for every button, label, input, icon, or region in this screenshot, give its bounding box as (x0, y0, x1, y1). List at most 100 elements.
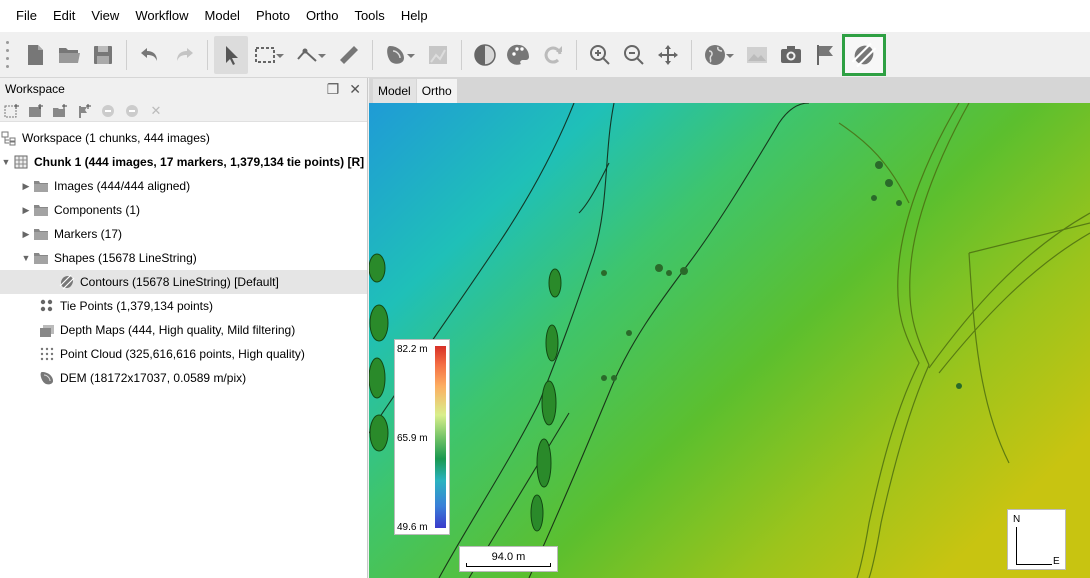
workspace-title: Workspace (5, 82, 65, 96)
compass-east: E (1053, 556, 1060, 567)
image-icon[interactable] (740, 36, 774, 74)
legend-min: 49.6 m (397, 522, 428, 533)
folder-icon (32, 226, 50, 242)
menu-file[interactable]: File (8, 0, 45, 32)
redo-icon[interactable] (167, 36, 201, 74)
main-toolbar (0, 32, 1090, 78)
chunk-icon (12, 154, 30, 170)
tree-item-tie-points[interactable]: Tie Points (1,379,134 points) (0, 294, 367, 318)
save-icon[interactable] (86, 36, 120, 74)
tree-item-workspace[interactable]: Workspace (1 chunks, 444 images) (0, 126, 367, 150)
tree-item-contours[interactable]: Contours (15678 LineString) [Default] (0, 270, 367, 294)
workspace-tree: Workspace (1 chunks, 444 images) ▼ Chunk… (0, 126, 367, 390)
dem-shape-icon[interactable] (379, 36, 415, 74)
folder-icon (32, 202, 50, 218)
tree-item-shapes[interactable]: ▼ Shapes (15678 LineString) (0, 246, 367, 270)
folder-icon (32, 250, 50, 266)
tree-item-label: Tie Points (1,379,134 points) (60, 299, 213, 313)
expand-arrow-icon[interactable]: ▶ (20, 229, 32, 240)
close-pane-icon[interactable]: ✕ (349, 81, 361, 98)
compass-north: N (1013, 514, 1021, 525)
undo-icon[interactable] (133, 36, 167, 74)
folder-icon (32, 178, 50, 194)
menu-workflow[interactable]: Workflow (127, 0, 196, 32)
view-tabs: Model Ortho (369, 78, 1090, 103)
menu-photo[interactable]: Photo (248, 0, 298, 32)
restore-pane-icon[interactable]: ❐ (327, 81, 340, 98)
tree-item-images[interactable]: ▶ Images (444/444 aligned) (0, 174, 367, 198)
compass: N E (1007, 509, 1066, 570)
workspace-toolbar: ✕ (0, 100, 367, 122)
ortho-icon[interactable] (421, 36, 455, 74)
legend-color-bar (435, 346, 446, 528)
tab-model[interactable]: Model (373, 79, 416, 103)
enable-icon[interactable] (99, 102, 117, 120)
elevation-legend: 82.2 m 65.9 m 49.6 m (394, 339, 450, 535)
contour-icon[interactable] (842, 33, 886, 76)
new-document-icon[interactable] (18, 36, 52, 74)
legend-mid: 65.9 m (397, 433, 428, 444)
globe-icon[interactable] (698, 36, 734, 74)
menu-edit[interactable]: Edit (45, 0, 83, 32)
depth-maps-icon (38, 322, 56, 338)
tree-item-depth-maps[interactable]: Depth Maps (444, High quality, Mild filt… (0, 318, 367, 342)
add-chunk-icon[interactable] (3, 102, 21, 120)
tree-item-label: Components (1) (54, 203, 141, 217)
tree-item-components[interactable]: ▶ Components (1) (0, 198, 367, 222)
ortho-view[interactable]: 82.2 m 65.9 m 49.6 m 94.0 m N E (369, 103, 1090, 578)
expand-arrow-icon[interactable]: ▶ (20, 181, 32, 192)
menu-ortho[interactable]: Ortho (298, 0, 347, 32)
workspace-header: Workspace ❐ ✕ (0, 78, 367, 100)
add-marker-icon[interactable] (75, 102, 93, 120)
scale-bar: 94.0 m (459, 546, 558, 572)
tree-item-label: Workspace (1 chunks, 444 images) (22, 131, 210, 145)
camera-icon[interactable] (774, 36, 808, 74)
palette-icon[interactable] (502, 36, 536, 74)
contours-icon (58, 274, 76, 290)
tree-item-markers[interactable]: ▶ Markers (17) (0, 222, 367, 246)
open-folder-icon[interactable] (52, 36, 86, 74)
add-folder-icon[interactable] (51, 102, 69, 120)
pointer-icon[interactable] (214, 35, 248, 74)
refresh-icon[interactable] (536, 36, 570, 74)
legend-max: 82.2 m (397, 344, 428, 355)
rectangle-selection-icon[interactable] (248, 36, 284, 74)
measure-ruler-icon[interactable] (332, 36, 366, 74)
ruler-line-icon[interactable] (290, 36, 326, 74)
shading-icon[interactable] (468, 36, 502, 74)
add-photos-icon[interactable] (27, 102, 45, 120)
expand-arrow-icon[interactable]: ▶ (20, 205, 32, 216)
zoom-out-icon[interactable] (617, 36, 651, 74)
menu-bar: File Edit View Workflow Model Photo Orth… (0, 0, 1090, 32)
scale-label: 94.0 m (491, 551, 526, 563)
tree-item-label: Chunk 1 (444 images, 17 markers, 1,379,1… (34, 155, 365, 169)
collapse-arrow-icon[interactable]: ▼ (0, 157, 12, 167)
menu-help[interactable]: Help (393, 0, 436, 32)
tree-item-label: Shapes (15678 LineString) (54, 251, 197, 265)
tree-item-chunk[interactable]: ▼ Chunk 1 (444 images, 17 markers, 1,379… (0, 150, 367, 174)
move-icon[interactable] (651, 36, 685, 74)
dem-map[interactable] (369, 103, 1090, 578)
tie-points-icon (38, 298, 56, 314)
tree-item-point-cloud[interactable]: Point Cloud (325,616,616 points, High qu… (0, 342, 367, 366)
workspace-pane: Workspace ❐ ✕ ✕ Workspace (1 chunks, 444… (0, 78, 368, 578)
toolbar-grip[interactable] (4, 40, 10, 69)
tree-item-label: Markers (17) (54, 227, 123, 241)
collapse-arrow-icon[interactable]: ▼ (20, 253, 32, 263)
tree-item-label: Images (444/444 aligned) (54, 179, 191, 193)
tree-item-dem[interactable]: DEM (18172x17037, 0.0589 m/pix) (0, 366, 367, 390)
tree-item-label: Depth Maps (444, High quality, Mild filt… (60, 323, 296, 337)
workspace-icon (0, 130, 18, 146)
disable-icon[interactable] (123, 102, 141, 120)
menu-tools[interactable]: Tools (346, 0, 392, 32)
point-cloud-icon (38, 346, 56, 362)
tab-ortho[interactable]: Ortho (416, 79, 457, 103)
menu-model[interactable]: Model (197, 0, 248, 32)
tree-item-label: Contours (15678 LineString) [Default] (80, 275, 279, 289)
menu-view[interactable]: View (83, 0, 127, 32)
remove-icon[interactable]: ✕ (147, 102, 165, 120)
dem-icon (38, 370, 56, 386)
tree-item-label: DEM (18172x17037, 0.0589 m/pix) (60, 371, 247, 385)
flag-icon[interactable] (808, 36, 842, 74)
zoom-in-icon[interactable] (583, 36, 617, 74)
